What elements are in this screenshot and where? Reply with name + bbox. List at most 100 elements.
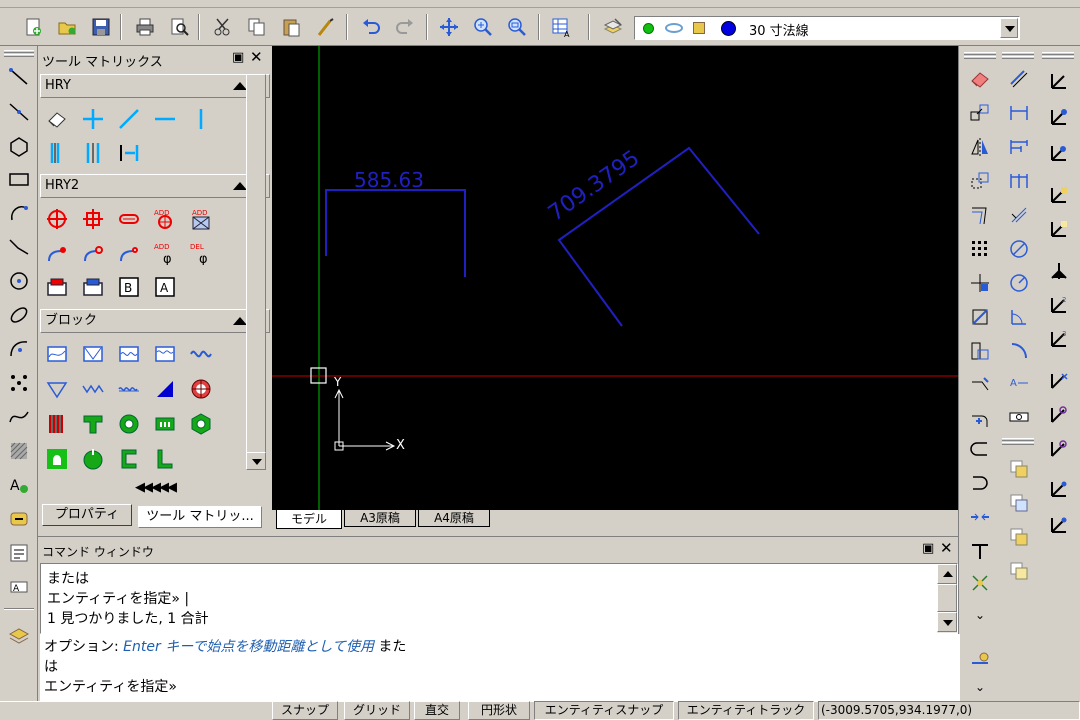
- section-header-block[interactable]: ブロック: [40, 309, 270, 333]
- layer-copy-icon[interactable]: [1004, 454, 1034, 484]
- collapse-icon[interactable]: [233, 182, 247, 190]
- edit-properties-icon[interactable]: [965, 644, 995, 674]
- toolbar-grip[interactable]: [4, 50, 34, 53]
- snap-extension-icon[interactable]: [1044, 434, 1074, 464]
- entity-track-button[interactable]: エンティティトラック: [678, 701, 814, 720]
- more-tools-icon[interactable]: ⌄: [965, 672, 995, 702]
- print-icon[interactable]: [132, 14, 158, 40]
- save-icon[interactable]: [88, 14, 114, 40]
- tool-matrix-scrollbar[interactable]: [246, 74, 266, 470]
- restore-icon[interactable]: ▣: [922, 541, 934, 556]
- toolbar-grip[interactable]: [1002, 52, 1034, 55]
- stretch-icon[interactable]: [965, 370, 995, 400]
- section-header-hry2[interactable]: HRY2: [40, 174, 270, 198]
- snap-insert-icon[interactable]: [1044, 474, 1074, 504]
- copy-entity-icon[interactable]: [965, 98, 995, 128]
- snap-quadrant-icon[interactable]: [1044, 214, 1074, 244]
- horizontal-line-icon[interactable]: [150, 104, 180, 134]
- eraser-icon[interactable]: [42, 104, 72, 134]
- entity-snap-button[interactable]: エンティティスナップ: [534, 701, 674, 720]
- properties-table-icon[interactable]: A: [548, 14, 574, 40]
- move-icon[interactable]: [965, 268, 995, 298]
- stamp-red-icon[interactable]: [42, 272, 72, 302]
- tab-tool-matrix[interactable]: ツール マトリッ...: [138, 506, 262, 528]
- close-icon[interactable]: ✕: [250, 48, 263, 66]
- tab-properties[interactable]: プロパティ: [42, 504, 132, 526]
- block-loop-wave-icon[interactable]: [114, 374, 144, 404]
- snap-none-icon[interactable]: [1044, 510, 1074, 540]
- erase-icon[interactable]: [965, 64, 995, 94]
- insert-block-icon[interactable]: [4, 504, 34, 534]
- add-diameter-icon[interactable]: ADD φ: [150, 238, 180, 268]
- scroll-thumb[interactable]: [937, 584, 957, 612]
- add-box-icon[interactable]: ADD: [186, 204, 216, 234]
- command-prompt[interactable]: オプション: Enter キーで始点を移動距離として使用 また は エンティティ…: [40, 634, 960, 701]
- drawing-canvas[interactable]: 585.63 709.3795 Y X: [272, 46, 958, 510]
- snap-intersection-icon[interactable]: [1044, 256, 1074, 286]
- snap-center-icon[interactable]: [1044, 138, 1074, 168]
- cell-b-icon[interactable]: B: [114, 272, 144, 302]
- close-icon[interactable]: ✕: [940, 539, 953, 557]
- layer-isolate-icon[interactable]: [1004, 488, 1034, 518]
- hatch-icon[interactable]: [4, 436, 34, 466]
- layer-freeze-icon[interactable]: [665, 23, 683, 33]
- grid-button[interactable]: グリッド: [344, 701, 410, 720]
- copy-icon[interactable]: [244, 14, 270, 40]
- layer-on-icon[interactable]: [643, 23, 654, 34]
- block-o-ring-icon[interactable]: [114, 409, 144, 439]
- mirror-icon[interactable]: [965, 132, 995, 162]
- new-file-icon[interactable]: [20, 14, 46, 40]
- diagonal-line-icon[interactable]: [114, 104, 144, 134]
- diameter-dim-icon[interactable]: [1004, 234, 1034, 264]
- block-t-icon[interactable]: [78, 409, 108, 439]
- section-header-hry[interactable]: HRY: [40, 74, 270, 98]
- linear-dim-icon[interactable]: [1004, 64, 1034, 94]
- zoom-window-icon[interactable]: [504, 14, 530, 40]
- arc-icon[interactable]: [4, 198, 34, 228]
- lengthen-icon[interactable]: [965, 404, 995, 434]
- toolbar-grip[interactable]: [4, 54, 34, 57]
- toolbar-grip[interactable]: [1042, 56, 1074, 59]
- toolbar-grip[interactable]: [964, 52, 996, 55]
- delete-diameter-icon[interactable]: DEL φ: [186, 238, 216, 268]
- snap-tangent-icon[interactable]: 3: [1044, 324, 1074, 354]
- block-channel-icon[interactable]: [150, 409, 180, 439]
- block-bell-icon[interactable]: [42, 444, 72, 474]
- snap-midpoint-icon[interactable]: [1044, 102, 1074, 132]
- leader-icon[interactable]: [42, 238, 72, 268]
- chevron-down-icon[interactable]: [1000, 18, 1018, 38]
- cell-a-icon[interactable]: A: [150, 272, 180, 302]
- toolbar-grip[interactable]: [1002, 442, 1034, 445]
- continue-dim-icon[interactable]: [1004, 166, 1034, 196]
- trim-icon[interactable]: [965, 436, 995, 466]
- leader-arrow-icon[interactable]: [78, 238, 108, 268]
- text-icon[interactable]: A: [4, 470, 34, 500]
- pan-icon[interactable]: [436, 14, 462, 40]
- ortho-button[interactable]: 直交: [414, 701, 460, 720]
- radius-dim-icon[interactable]: [1004, 268, 1034, 298]
- block-wave-box3-icon[interactable]: [150, 339, 180, 369]
- block-triangle-down-icon[interactable]: [42, 374, 72, 404]
- snap-perpendicular-icon[interactable]: 2: [1044, 290, 1074, 320]
- aligned-dim-icon[interactable]: [1004, 98, 1034, 128]
- toolbar-grip[interactable]: [1002, 56, 1034, 59]
- scroll-thumb[interactable]: [246, 74, 266, 454]
- print-preview-icon[interactable]: [166, 14, 192, 40]
- more-tools-icon[interactable]: ⌄: [965, 600, 995, 630]
- rotate-icon[interactable]: [965, 302, 995, 332]
- snap-parallel-icon[interactable]: [1044, 400, 1074, 430]
- zoom-realtime-icon[interactable]: [470, 14, 496, 40]
- block-sine-icon[interactable]: [186, 339, 216, 369]
- multiline-text-icon[interactable]: [4, 538, 34, 568]
- ordinate-dim-icon[interactable]: [1004, 200, 1034, 230]
- spline-icon[interactable]: [4, 402, 34, 432]
- scroll-left-arrows[interactable]: ◀◀◀◀◀: [40, 480, 270, 495]
- block-attribute-icon[interactable]: [4, 620, 34, 650]
- layer-manager-icon[interactable]: [600, 14, 626, 40]
- toolbar-grip[interactable]: [1002, 438, 1034, 441]
- polyline-icon[interactable]: [4, 232, 34, 262]
- infinite-line-icon[interactable]: [4, 97, 34, 127]
- offset-icon[interactable]: [965, 166, 995, 196]
- collapse-icon[interactable]: [233, 317, 247, 325]
- polar-button[interactable]: 円形状: [468, 701, 530, 720]
